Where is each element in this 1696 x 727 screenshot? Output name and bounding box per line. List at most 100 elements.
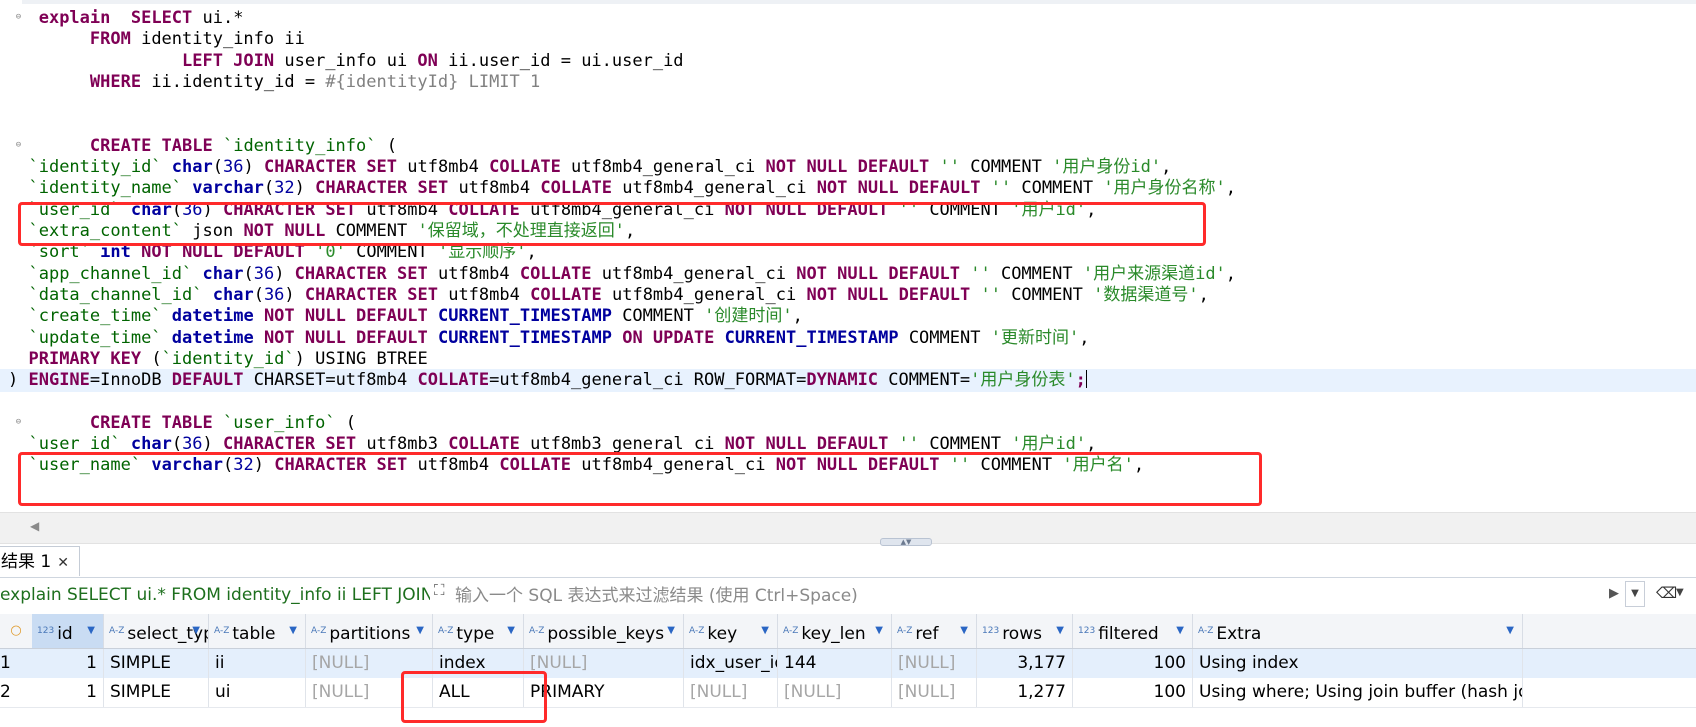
table-cell[interactable]: PRIMARY bbox=[524, 678, 684, 707]
sort-icon[interactable]: ▼ bbox=[289, 614, 297, 648]
code-line[interactable]: CREATE TABLE `user_info` ( bbox=[0, 412, 1696, 435]
sort-icon[interactable]: ▼ bbox=[1506, 614, 1514, 648]
filter-input[interactable] bbox=[455, 581, 1585, 610]
sort-icon[interactable]: ▼ bbox=[507, 614, 515, 648]
code-line[interactable] bbox=[0, 390, 1696, 413]
editor-top-strip bbox=[0, 0, 1696, 4]
expand-filter-icon[interactable]: ⛶ bbox=[434, 581, 445, 599]
code-line[interactable]: PRIMARY KEY (`identity_id`) USING BTREE bbox=[0, 348, 1696, 371]
fold-toggle-icon[interactable]: ⊖ bbox=[14, 140, 23, 150]
table-cell[interactable]: idx_user_id bbox=[684, 649, 778, 678]
apply-filter-icon[interactable]: ▶ bbox=[1609, 586, 1619, 601]
code-token: COMMENT bbox=[898, 327, 991, 348]
table-row[interactable]: 1 1 SIMPLE ii [NULL] index [NULL] idx_user_id 14… bbox=[0, 649, 1696, 679]
table-cell[interactable]: [NULL] bbox=[892, 678, 977, 707]
table-cell[interactable]: [NULL] bbox=[778, 678, 892, 707]
code-token: '' bbox=[939, 157, 961, 178]
code-line[interactable]: LEFT JOIN user_info ui ON ii.user_id = u… bbox=[0, 50, 1696, 73]
query-preview[interactable]: explain SELECT ui.* FROM identity_info i… bbox=[0, 578, 430, 613]
table-cell[interactable]: 144 bbox=[778, 649, 892, 678]
table-cell[interactable]: ii bbox=[209, 649, 306, 678]
table-cell[interactable]: 1 bbox=[32, 649, 104, 678]
code-line[interactable]: WHERE ii.identity_id = #{identityId} LIM… bbox=[0, 71, 1696, 94]
fold-toggle-icon[interactable]: ⊖ bbox=[14, 417, 23, 427]
table-cell[interactable]: [NULL] bbox=[684, 678, 778, 707]
code-line[interactable]: `data_channel_id` char(36) CHARACTER SET… bbox=[0, 284, 1696, 307]
code-line[interactable]: `app_channel_id` char(36) CHARACTER SET … bbox=[0, 263, 1696, 286]
table-cell[interactable]: 1,277 bbox=[977, 678, 1073, 707]
table-cell[interactable]: Using where; Using join buffer (hash joi… bbox=[1193, 678, 1523, 707]
code-line[interactable]: `identity_name` varchar(32) CHARACTER SE… bbox=[0, 177, 1696, 200]
editor-horizontal-scrollbar[interactable]: ◀ bbox=[0, 512, 1696, 544]
table-cell[interactable]: 3,177 bbox=[977, 649, 1073, 678]
row-number[interactable]: 1 bbox=[0, 649, 32, 678]
panel-splitter-handle[interactable]: ▲▼ bbox=[880, 538, 932, 546]
code-line[interactable]: FROM identity_info ii bbox=[0, 28, 1696, 51]
column-header-type[interactable]: A-Z type ▼ bbox=[433, 614, 524, 648]
sort-icon[interactable]: ▼ bbox=[960, 614, 968, 648]
column-header-partitions[interactable]: A-Z partitions ▼ bbox=[306, 614, 433, 648]
code-line[interactable] bbox=[0, 114, 1696, 137]
fold-toggle-icon[interactable]: ⊖ bbox=[14, 13, 23, 22]
scroll-left-arrow-icon[interactable]: ◀ bbox=[30, 519, 39, 533]
column-header-table[interactable]: A-Z table ▼ bbox=[209, 614, 306, 648]
table-cell[interactable]: 100 bbox=[1073, 649, 1193, 678]
code-line[interactable] bbox=[0, 92, 1696, 115]
code-token: CHARSET=utf8mb4 bbox=[243, 370, 418, 391]
column-header-filtered[interactable]: 123 filtered ▼ bbox=[1073, 614, 1193, 648]
column-header-key_len[interactable]: A-Z key_len ▼ bbox=[778, 614, 892, 648]
table-cell[interactable]: SIMPLE bbox=[104, 649, 209, 678]
column-header-extra[interactable]: A-Z Extra ▼ bbox=[1193, 614, 1523, 648]
code-token: ) bbox=[202, 434, 224, 454]
code-token: COMMENT bbox=[1000, 284, 1094, 305]
row-number[interactable]: 2 bbox=[0, 678, 32, 707]
sort-icon[interactable]: ▼ bbox=[761, 614, 769, 648]
code-token: COMMENT bbox=[990, 263, 1083, 284]
column-header-select_type[interactable]: A-Zselect_type▼ bbox=[104, 614, 209, 648]
chevron-down-icon[interactable]: ▼ bbox=[1676, 587, 1684, 598]
column-type-icon: A-Z bbox=[311, 626, 327, 636]
sort-icon[interactable]: ▼ bbox=[875, 614, 883, 648]
code-token: CURRENT_TIMESTAMP bbox=[437, 306, 612, 327]
table-cell[interactable]: [NULL] bbox=[524, 649, 684, 678]
column-header-ref[interactable]: A-Z ref ▼ bbox=[892, 614, 977, 648]
code-line[interactable]: ) ENGINE=InnoDB DEFAULT CHARSET=utf8mb4 … bbox=[0, 369, 1696, 393]
code-token: '' bbox=[970, 263, 991, 284]
sort-icon[interactable]: ▼ bbox=[87, 614, 95, 648]
table-cell[interactable]: [NULL] bbox=[892, 649, 977, 678]
tab-results-1[interactable]: 结果 1 ✕ bbox=[0, 546, 80, 576]
code-line[interactable]: explain SELECT ui.* bbox=[0, 7, 1696, 30]
code-token: CREATE TABLE bbox=[89, 412, 213, 433]
row-corner-icon[interactable]: ○ bbox=[0, 614, 32, 648]
table-cell[interactable]: ui bbox=[209, 678, 306, 707]
code-line[interactable]: CREATE TABLE `identity_info` ( bbox=[0, 135, 1696, 158]
code-token: identity_info ii bbox=[130, 29, 305, 50]
code-line[interactable]: `create_time` datetime NOT NULL DEFAULT … bbox=[0, 305, 1696, 328]
code-token: `create_time` bbox=[28, 306, 162, 327]
result-grid[interactable]: ○ 123id▼A-Zselect_type▼A-Ztable▼A-Zparti… bbox=[0, 614, 1696, 727]
code-line[interactable]: `identity_id` char(36) CHARACTER SET utf… bbox=[0, 156, 1696, 179]
column-header-key[interactable]: A-Z key ▼ bbox=[684, 614, 778, 648]
close-icon[interactable]: ✕ bbox=[57, 555, 69, 571]
column-type-icon: 123 bbox=[1078, 626, 1096, 636]
sort-icon[interactable]: ▼ bbox=[192, 614, 200, 648]
table-cell[interactable]: 1 bbox=[32, 678, 104, 707]
filter-history-dropdown-icon[interactable]: ▼ bbox=[1625, 581, 1645, 607]
table-cell[interactable]: SIMPLE bbox=[104, 678, 209, 707]
sql-editor[interactable]: explain SELECT ui.* FROM identity_info i… bbox=[0, 0, 1696, 512]
code-line[interactable]: `update_time` datetime NOT NULL DEFAULT … bbox=[0, 327, 1696, 350]
sort-icon[interactable]: ▼ bbox=[1056, 614, 1064, 648]
sort-icon[interactable]: ▼ bbox=[667, 614, 675, 648]
table-cell[interactable]: 100 bbox=[1073, 678, 1193, 707]
table-row[interactable]: 2 1 SIMPLE ui [NULL] ALL PRIMARY [NULL] [NULL] [N… bbox=[0, 678, 1696, 708]
column-header-rows[interactable]: 123 rows ▼ bbox=[977, 614, 1073, 648]
column-header-id[interactable]: 123 id ▼ bbox=[32, 614, 104, 648]
sort-icon[interactable]: ▼ bbox=[416, 614, 424, 648]
sort-icon[interactable]: ▼ bbox=[1176, 614, 1184, 648]
table-cell[interactable]: Using index bbox=[1193, 649, 1523, 678]
column-header-possible_keys[interactable]: A-Z possible_keys ▼ bbox=[524, 614, 684, 648]
eraser-icon[interactable]: ⌫ bbox=[1656, 584, 1677, 602]
